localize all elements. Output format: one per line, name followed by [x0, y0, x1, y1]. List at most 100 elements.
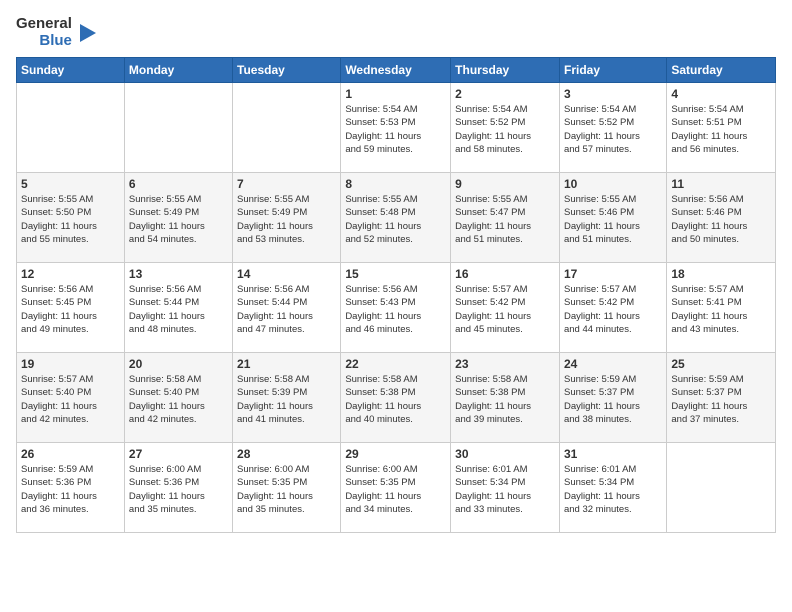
calendar-cell: 5Sunrise: 5:55 AM Sunset: 5:50 PM Daylig…	[17, 173, 125, 263]
calendar-cell: 7 Sunrise: 5:55 AM Sunset: 5:49 PM Daylig…	[233, 173, 341, 263]
day-info: Sunrise: 5:56 AM Sunset: 5:44 PM Dayligh…	[237, 283, 336, 336]
day-number: 2	[455, 87, 555, 101]
weekday-header: Monday	[124, 58, 232, 83]
day-info: Sunrise: 5:59 AM Sunset: 5:37 PM Dayligh…	[671, 373, 771, 426]
day-info: Sunrise: 6:00 AM Sunset: 5:36 PM Dayligh…	[129, 463, 228, 516]
calendar-cell: 2 Sunrise: 5:54 AM Sunset: 5:52 PM Daylig…	[451, 83, 560, 173]
day-number: 18	[671, 267, 771, 281]
calendar-cell: 28Sunrise: 6:00 AM Sunset: 5:35 PM Dayli…	[233, 443, 341, 533]
day-info: Sunrise: 6:00 AM Sunset: 5:35 PM Dayligh…	[345, 463, 446, 516]
day-number: 10	[564, 177, 662, 191]
calendar-cell: 8 Sunrise: 5:55 AM Sunset: 5:48 PM Daylig…	[341, 173, 451, 263]
day-number: 22	[345, 357, 446, 371]
day-info: Sunrise: 5:54 AM Sunset: 5:51 PM Dayligh…	[671, 103, 771, 156]
day-info: Sunrise: 6:01 AM Sunset: 5:34 PM Dayligh…	[564, 463, 662, 516]
day-info: Sunrise: 5:56 AM Sunset: 5:43 PM Dayligh…	[345, 283, 446, 336]
day-number: 25	[671, 357, 771, 371]
calendar-cell: 26 Sunrise: 5:59 AM Sunset: 5:36 PM Dayli…	[17, 443, 125, 533]
day-info: Sunrise: 5:58 AM Sunset: 5:38 PM Dayligh…	[345, 373, 446, 426]
weekday-header: Wednesday	[341, 58, 451, 83]
calendar-table: SundayMondayTuesdayWednesdayThursdayFrid…	[16, 57, 776, 533]
day-number: 19	[21, 357, 120, 371]
day-info: Sunrise: 6:00 AM Sunset: 5:35 PM Dayligh…	[237, 463, 336, 516]
day-number: 17	[564, 267, 662, 281]
day-info: Sunrise: 5:57 AM Sunset: 5:42 PM Dayligh…	[455, 283, 555, 336]
day-number: 6	[129, 177, 228, 191]
day-info: Sunrise: 5:54 AM Sunset: 5:53 PM Dayligh…	[345, 103, 446, 156]
day-number: 26	[21, 447, 120, 461]
day-info: Sunrise: 5:55 AM Sunset: 5:50 PM Dayligh…	[21, 193, 120, 246]
calendar-cell: 27 Sunrise: 6:00 AM Sunset: 5:36 PM Dayli…	[124, 443, 232, 533]
day-number: 24	[564, 357, 662, 371]
calendar-cell: 6 Sunrise: 5:55 AM Sunset: 5:49 PM Daylig…	[124, 173, 232, 263]
day-number: 14	[237, 267, 336, 281]
day-info: Sunrise: 5:58 AM Sunset: 5:39 PM Dayligh…	[237, 373, 336, 426]
day-number: 23	[455, 357, 555, 371]
weekday-header: Friday	[559, 58, 666, 83]
day-number: 21	[237, 357, 336, 371]
calendar-cell: 30 Sunrise: 6:01 AM Sunset: 5:34 PM Dayli…	[451, 443, 560, 533]
calendar-week-row: 19 Sunrise: 5:57 AM Sunset: 5:40 PM Dayli…	[17, 353, 776, 443]
calendar-week-row: 12Sunrise: 5:56 AM Sunset: 5:45 PM Dayli…	[17, 263, 776, 353]
weekday-header: Sunday	[17, 58, 125, 83]
calendar-cell	[667, 443, 776, 533]
day-number: 7	[237, 177, 336, 191]
day-info: Sunrise: 5:57 AM Sunset: 5:40 PM Dayligh…	[21, 373, 120, 426]
day-info: Sunrise: 5:58 AM Sunset: 5:40 PM Dayligh…	[129, 373, 228, 426]
logo-general: General	[16, 16, 72, 33]
day-number: 3	[564, 87, 662, 101]
day-number: 8	[345, 177, 446, 191]
day-number: 12	[21, 267, 120, 281]
day-info: Sunrise: 5:58 AM Sunset: 5:38 PM Dayligh…	[455, 373, 555, 426]
logo-arrow-icon	[76, 22, 98, 44]
calendar-cell: 25 Sunrise: 5:59 AM Sunset: 5:37 PM Dayli…	[667, 353, 776, 443]
calendar-week-row: 26 Sunrise: 5:59 AM Sunset: 5:36 PM Dayli…	[17, 443, 776, 533]
calendar-cell: 3 Sunrise: 5:54 AM Sunset: 5:52 PM Daylig…	[559, 83, 666, 173]
day-number: 29	[345, 447, 446, 461]
day-number: 27	[129, 447, 228, 461]
calendar-cell: 29 Sunrise: 6:00 AM Sunset: 5:35 PM Dayli…	[341, 443, 451, 533]
day-info: Sunrise: 5:55 AM Sunset: 5:49 PM Dayligh…	[237, 193, 336, 246]
calendar-cell: 17 Sunrise: 5:57 AM Sunset: 5:42 PM Dayli…	[559, 263, 666, 353]
day-number: 16	[455, 267, 555, 281]
calendar-cell: 22 Sunrise: 5:58 AM Sunset: 5:38 PM Dayli…	[341, 353, 451, 443]
calendar-cell: 1 Sunrise: 5:54 AM Sunset: 5:53 PM Daylig…	[341, 83, 451, 173]
calendar-cell: 23 Sunrise: 5:58 AM Sunset: 5:38 PM Dayli…	[451, 353, 560, 443]
calendar-cell: 21 Sunrise: 5:58 AM Sunset: 5:39 PM Dayli…	[233, 353, 341, 443]
calendar-cell: 31 Sunrise: 6:01 AM Sunset: 5:34 PM Dayli…	[559, 443, 666, 533]
day-info: Sunrise: 5:54 AM Sunset: 5:52 PM Dayligh…	[564, 103, 662, 156]
weekday-header: Tuesday	[233, 58, 341, 83]
day-info: Sunrise: 6:01 AM Sunset: 5:34 PM Dayligh…	[455, 463, 555, 516]
calendar-cell: 10 Sunrise: 5:55 AM Sunset: 5:46 PM Dayli…	[559, 173, 666, 263]
day-info: Sunrise: 5:57 AM Sunset: 5:41 PM Dayligh…	[671, 283, 771, 336]
logo: General Blue	[16, 16, 98, 49]
day-info: Sunrise: 5:56 AM Sunset: 5:46 PM Dayligh…	[671, 193, 771, 246]
day-info: Sunrise: 5:55 AM Sunset: 5:48 PM Dayligh…	[345, 193, 446, 246]
day-info: Sunrise: 5:56 AM Sunset: 5:44 PM Dayligh…	[129, 283, 228, 336]
day-info: Sunrise: 5:55 AM Sunset: 5:49 PM Dayligh…	[129, 193, 228, 246]
page-header: General Blue	[16, 16, 776, 49]
day-info: Sunrise: 5:55 AM Sunset: 5:47 PM Dayligh…	[455, 193, 555, 246]
day-info: Sunrise: 5:57 AM Sunset: 5:42 PM Dayligh…	[564, 283, 662, 336]
calendar-cell: 19 Sunrise: 5:57 AM Sunset: 5:40 PM Dayli…	[17, 353, 125, 443]
calendar-cell	[124, 83, 232, 173]
day-number: 1	[345, 87, 446, 101]
day-info: Sunrise: 5:55 AM Sunset: 5:46 PM Dayligh…	[564, 193, 662, 246]
day-number: 30	[455, 447, 555, 461]
calendar-cell	[17, 83, 125, 173]
calendar-cell: 16 Sunrise: 5:57 AM Sunset: 5:42 PM Dayli…	[451, 263, 560, 353]
calendar-cell: 15Sunrise: 5:56 AM Sunset: 5:43 PM Dayli…	[341, 263, 451, 353]
weekday-header: Saturday	[667, 58, 776, 83]
day-number: 31	[564, 447, 662, 461]
calendar-cell: 4 Sunrise: 5:54 AM Sunset: 5:51 PM Daylig…	[667, 83, 776, 173]
day-number: 4	[671, 87, 771, 101]
day-info: Sunrise: 5:59 AM Sunset: 5:36 PM Dayligh…	[21, 463, 120, 516]
day-number: 20	[129, 357, 228, 371]
day-info: Sunrise: 5:54 AM Sunset: 5:52 PM Dayligh…	[455, 103, 555, 156]
calendar-cell: 13Sunrise: 5:56 AM Sunset: 5:44 PM Dayli…	[124, 263, 232, 353]
day-info: Sunrise: 5:59 AM Sunset: 5:37 PM Dayligh…	[564, 373, 662, 426]
calendar-cell: 24 Sunrise: 5:59 AM Sunset: 5:37 PM Dayli…	[559, 353, 666, 443]
day-number: 11	[671, 177, 771, 191]
logo-blue: Blue	[39, 33, 72, 50]
calendar-header-row: SundayMondayTuesdayWednesdayThursdayFrid…	[17, 58, 776, 83]
